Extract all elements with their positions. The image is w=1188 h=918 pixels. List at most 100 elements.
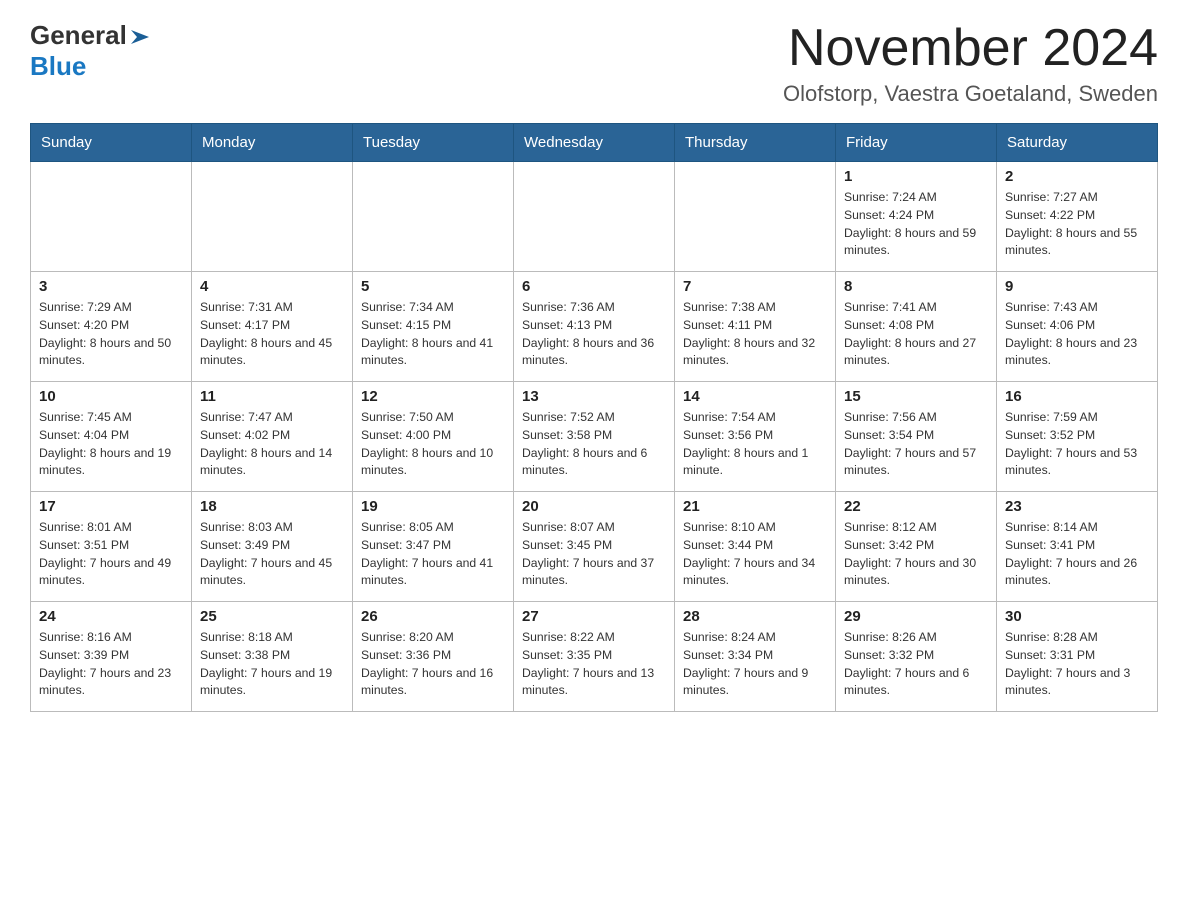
calendar-cell: 15Sunrise: 7:56 AMSunset: 3:54 PMDayligh… [836, 382, 997, 492]
calendar-cell: 10 Sunrise: 7:45 AMSunset: 4:04 PMDayligh… [31, 382, 192, 492]
day-info: Sunrise: 7:24 AMSunset: 4:24 PMDaylight:… [844, 189, 988, 260]
calendar-cell: 19Sunrise: 8:05 AMSunset: 3:47 PMDayligh… [353, 492, 514, 602]
calendar-cell: 20 Sunrise: 8:07 AMSunset: 3:45 PMDayligh… [514, 492, 675, 602]
day-number: 30 [1005, 608, 1149, 625]
calendar-cell: 16 Sunrise: 7:59 AMSunset: 3:52 PMDayligh… [997, 382, 1158, 492]
day-number: 28 [683, 608, 827, 625]
calendar-cell: 13 Sunrise: 7:52 AMSunset: 3:58 PMDayligh… [514, 382, 675, 492]
calendar-cell: 27Sunrise: 8:22 AMSunset: 3:35 PMDayligh… [514, 602, 675, 712]
day-info: Sunrise: 7:38 AMSunset: 4:11 PMDaylight:… [683, 299, 827, 370]
calendar-body: 1 Sunrise: 7:24 AMSunset: 4:24 PMDaylight… [31, 162, 1158, 712]
calendar-cell: 8 Sunrise: 7:41 AMSunset: 4:08 PMDaylight… [836, 272, 997, 382]
days-of-week-row: SundayMondayTuesdayWednesdayThursdayFrid… [31, 124, 1158, 162]
calendar-cell: 28 Sunrise: 8:24 AMSunset: 3:34 PMDayligh… [675, 602, 836, 712]
day-info: Sunrise: 7:47 AMSunset: 4:02 PMDaylight:… [200, 409, 344, 480]
calendar-week-row: 17 Sunrise: 8:01 AMSunset: 3:51 PMDayligh… [31, 492, 1158, 602]
day-number: 6 [522, 278, 666, 295]
day-info: Sunrise: 7:31 AMSunset: 4:17 PMDaylight:… [200, 299, 344, 370]
calendar-cell [192, 162, 353, 272]
page-title: November 2024 [783, 20, 1158, 77]
calendar-cell: 2 Sunrise: 7:27 AMSunset: 4:22 PMDaylight… [997, 162, 1158, 272]
day-info: Sunrise: 8:26 AMSunset: 3:32 PMDaylight:… [844, 629, 988, 700]
logo-text-blue: Blue [30, 51, 86, 81]
day-info: Sunrise: 7:54 AMSunset: 3:56 PMDaylight:… [683, 409, 827, 480]
calendar-cell [31, 162, 192, 272]
day-info: Sunrise: 8:01 AMSunset: 3:51 PMDaylight:… [39, 519, 183, 590]
day-info: Sunrise: 7:56 AMSunset: 3:54 PMDaylight:… [844, 409, 988, 480]
day-number: 25 [200, 608, 344, 625]
logo-text-general: General [30, 20, 127, 51]
day-number: 17 [39, 498, 183, 515]
day-number: 20 [522, 498, 666, 515]
day-of-week-header: Monday [192, 124, 353, 162]
calendar-table: SundayMondayTuesdayWednesdayThursdayFrid… [30, 123, 1158, 712]
day-number: 7 [683, 278, 827, 295]
day-info: Sunrise: 8:14 AMSunset: 3:41 PMDaylight:… [1005, 519, 1149, 590]
calendar-cell: 1 Sunrise: 7:24 AMSunset: 4:24 PMDaylight… [836, 162, 997, 272]
day-number: 19 [361, 498, 505, 515]
calendar-cell: 14 Sunrise: 7:54 AMSunset: 3:56 PMDayligh… [675, 382, 836, 492]
calendar-cell: 21 Sunrise: 8:10 AMSunset: 3:44 PMDayligh… [675, 492, 836, 602]
logo: General Blue [30, 20, 151, 82]
day-info: Sunrise: 8:12 AMSunset: 3:42 PMDaylight:… [844, 519, 988, 590]
day-of-week-header: Saturday [997, 124, 1158, 162]
calendar-cell: 25 Sunrise: 8:18 AMSunset: 3:38 PMDayligh… [192, 602, 353, 712]
day-info: Sunrise: 8:20 AMSunset: 3:36 PMDaylight:… [361, 629, 505, 700]
day-info: Sunrise: 8:10 AMSunset: 3:44 PMDaylight:… [683, 519, 827, 590]
day-number: 14 [683, 388, 827, 405]
day-number: 11 [200, 388, 344, 405]
calendar-cell: 26 Sunrise: 8:20 AMSunset: 3:36 PMDayligh… [353, 602, 514, 712]
day-info: Sunrise: 8:22 AMSunset: 3:35 PMDaylight:… [522, 629, 666, 700]
day-info: Sunrise: 8:07 AMSunset: 3:45 PMDaylight:… [522, 519, 666, 590]
page-subtitle: Olofstorp, Vaestra Goetaland, Sweden [783, 81, 1158, 107]
calendar-cell: 7 Sunrise: 7:38 AMSunset: 4:11 PMDaylight… [675, 272, 836, 382]
day-info: Sunrise: 7:36 AMSunset: 4:13 PMDaylight:… [522, 299, 666, 370]
day-info: Sunrise: 7:52 AMSunset: 3:58 PMDaylight:… [522, 409, 666, 480]
day-of-week-header: Friday [836, 124, 997, 162]
day-info: Sunrise: 8:16 AMSunset: 3:39 PMDaylight:… [39, 629, 183, 700]
day-info: Sunrise: 8:03 AMSunset: 3:49 PMDaylight:… [200, 519, 344, 590]
day-info: Sunrise: 7:45 AMSunset: 4:04 PMDaylight:… [39, 409, 183, 480]
calendar-cell [675, 162, 836, 272]
day-number: 2 [1005, 168, 1149, 185]
day-info: Sunrise: 7:29 AMSunset: 4:20 PMDaylight:… [39, 299, 183, 370]
day-number: 12 [361, 388, 505, 405]
day-info: Sunrise: 7:43 AMSunset: 4:06 PMDaylight:… [1005, 299, 1149, 370]
calendar-cell: 9 Sunrise: 7:43 AMSunset: 4:06 PMDaylight… [997, 272, 1158, 382]
day-number: 13 [522, 388, 666, 405]
day-number: 9 [1005, 278, 1149, 295]
page-header: General Blue November 2024 Olofstorp, Va… [30, 20, 1158, 107]
calendar-header: SundayMondayTuesdayWednesdayThursdayFrid… [31, 124, 1158, 162]
day-info: Sunrise: 7:27 AMSunset: 4:22 PMDaylight:… [1005, 189, 1149, 260]
calendar-cell: 4Sunrise: 7:31 AMSunset: 4:17 PMDaylight… [192, 272, 353, 382]
calendar-cell [353, 162, 514, 272]
calendar-week-row: 1 Sunrise: 7:24 AMSunset: 4:24 PMDaylight… [31, 162, 1158, 272]
calendar-cell: 6 Sunrise: 7:36 AMSunset: 4:13 PMDaylight… [514, 272, 675, 382]
day-info: Sunrise: 8:18 AMSunset: 3:38 PMDaylight:… [200, 629, 344, 700]
day-info: Sunrise: 7:34 AMSunset: 4:15 PMDaylight:… [361, 299, 505, 370]
day-info: Sunrise: 8:28 AMSunset: 3:31 PMDaylight:… [1005, 629, 1149, 700]
day-number: 16 [1005, 388, 1149, 405]
calendar-cell: 3Sunrise: 7:29 AMSunset: 4:20 PMDaylight… [31, 272, 192, 382]
day-number: 10 [39, 388, 183, 405]
day-number: 26 [361, 608, 505, 625]
calendar-cell: 29 Sunrise: 8:26 AMSunset: 3:32 PMDayligh… [836, 602, 997, 712]
day-number: 21 [683, 498, 827, 515]
calendar-cell [514, 162, 675, 272]
day-info: Sunrise: 7:41 AMSunset: 4:08 PMDaylight:… [844, 299, 988, 370]
day-info: Sunrise: 7:59 AMSunset: 3:52 PMDaylight:… [1005, 409, 1149, 480]
day-number: 1 [844, 168, 988, 185]
day-of-week-header: Tuesday [353, 124, 514, 162]
day-number: 8 [844, 278, 988, 295]
calendar-cell: 23 Sunrise: 8:14 AMSunset: 3:41 PMDayligh… [997, 492, 1158, 602]
day-number: 18 [200, 498, 344, 515]
calendar-cell: 5Sunrise: 7:34 AMSunset: 4:15 PMDaylight… [353, 272, 514, 382]
day-of-week-header: Wednesday [514, 124, 675, 162]
calendar-cell: 12Sunrise: 7:50 AMSunset: 4:00 PMDayligh… [353, 382, 514, 492]
day-number: 23 [1005, 498, 1149, 515]
logo-arrow-icon [129, 26, 151, 48]
calendar-cell: 17 Sunrise: 8:01 AMSunset: 3:51 PMDayligh… [31, 492, 192, 602]
day-number: 29 [844, 608, 988, 625]
day-number: 22 [844, 498, 988, 515]
day-info: Sunrise: 8:24 AMSunset: 3:34 PMDaylight:… [683, 629, 827, 700]
